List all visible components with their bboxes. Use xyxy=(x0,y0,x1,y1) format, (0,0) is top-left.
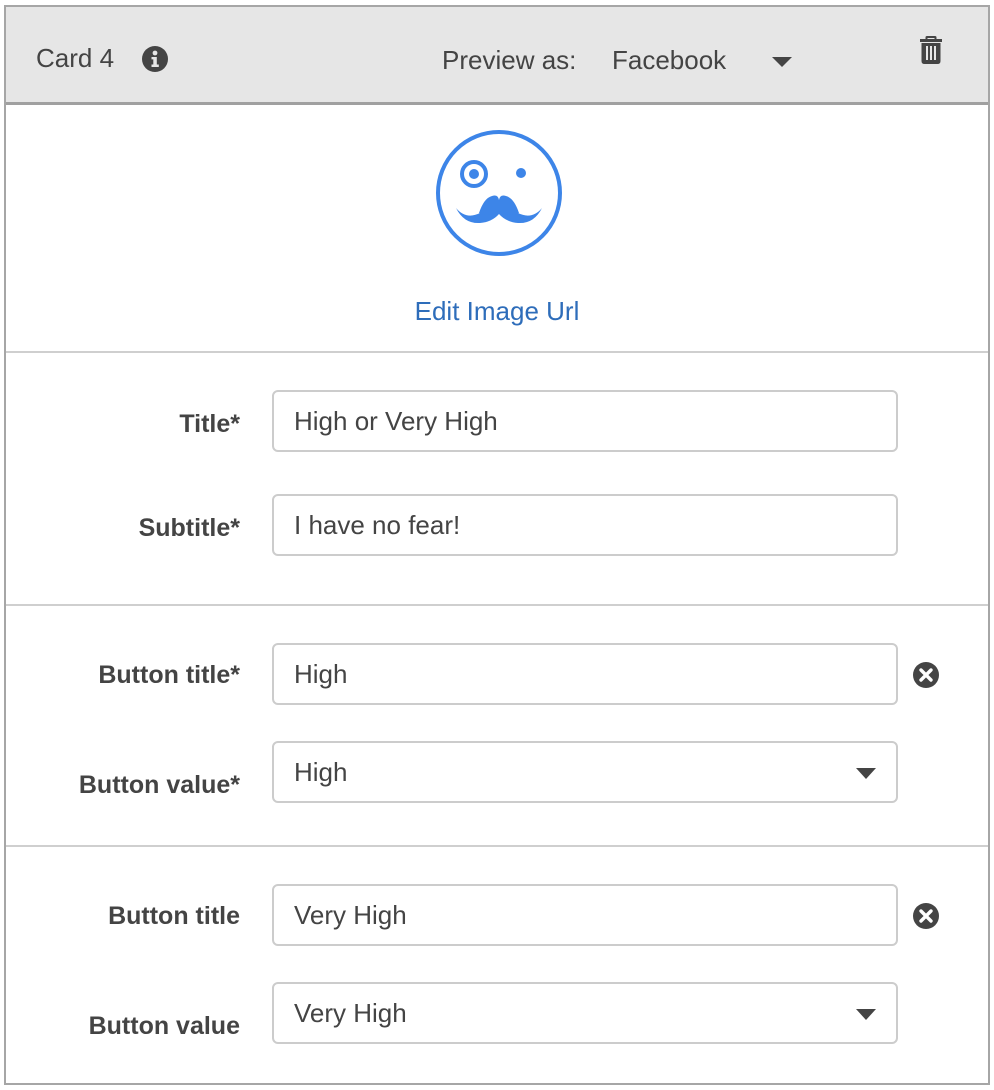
button-value-label: Button value* xyxy=(78,771,240,799)
button-value-selected: High xyxy=(294,757,348,787)
title-label: Title* xyxy=(179,410,240,438)
button-title-label: Button title* xyxy=(98,661,240,689)
chevron-down-icon[interactable] xyxy=(772,57,792,67)
card-editor: Card 4 Preview as: Facebook Edit Image U… xyxy=(4,5,990,1085)
button-2-section: Button title Button value Very High xyxy=(6,848,988,1083)
button-title-label: Button title xyxy=(108,902,240,930)
chevron-down-icon xyxy=(856,1009,876,1020)
remove-circle-icon[interactable] xyxy=(912,661,940,689)
mustache-monocle-face-icon xyxy=(436,130,562,256)
remove-circle-icon[interactable] xyxy=(912,902,940,930)
preview-as-label: Preview as: xyxy=(442,45,577,75)
edit-image-url-link[interactable]: Edit Image Url xyxy=(6,296,988,327)
chevron-down-icon xyxy=(856,768,876,779)
subtitle-input[interactable] xyxy=(272,494,898,556)
title-input[interactable] xyxy=(272,390,898,452)
trash-icon[interactable] xyxy=(919,35,943,65)
button-value-select[interactable]: Very High xyxy=(272,982,898,1044)
image-section: Edit Image Url xyxy=(6,108,988,353)
button-value-selected: Very High xyxy=(294,998,407,1028)
preview-platform-select[interactable]: Facebook xyxy=(612,45,726,76)
button-value-label: Button value xyxy=(88,1012,240,1040)
button-value-select[interactable]: High xyxy=(272,741,898,803)
title-section: Title* Subtitle* xyxy=(6,354,988,606)
button-1-section: Button title* Button value* High xyxy=(6,607,988,847)
card-header: Card 4 Preview as: Facebook xyxy=(6,7,988,105)
button-title-input[interactable] xyxy=(272,643,898,705)
info-circle-icon[interactable] xyxy=(142,46,168,72)
card-title: Card 4 xyxy=(36,43,115,73)
subtitle-label: Subtitle* xyxy=(138,514,240,542)
button-title-input[interactable] xyxy=(272,884,898,946)
